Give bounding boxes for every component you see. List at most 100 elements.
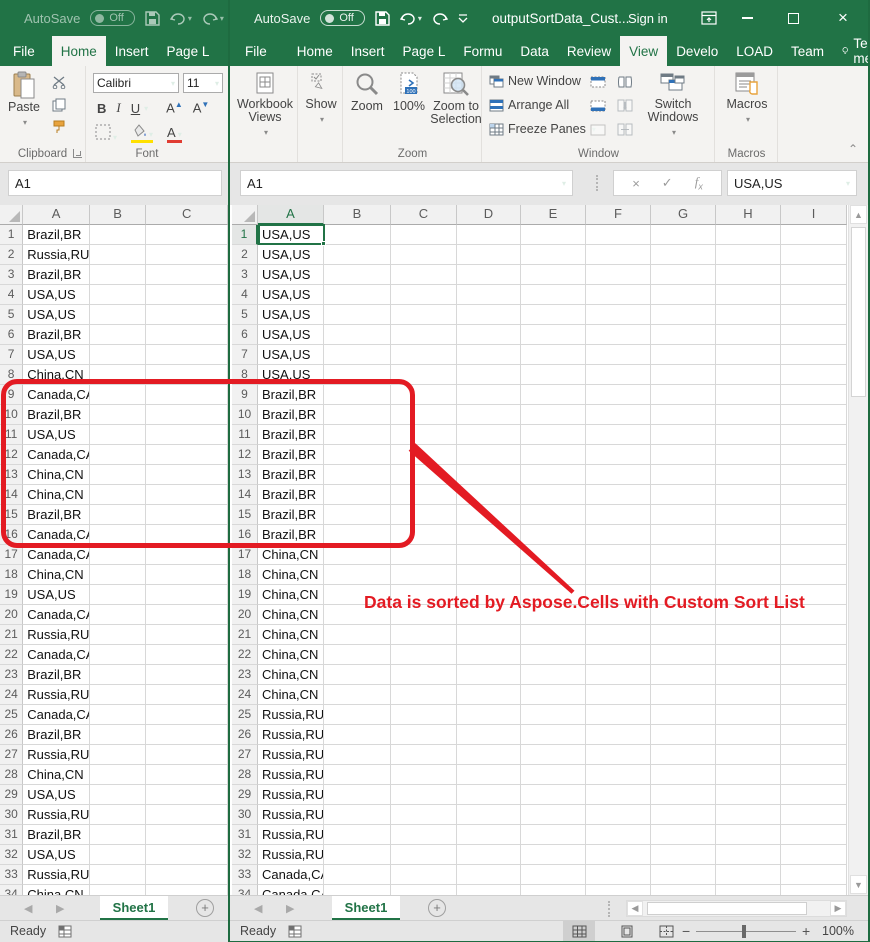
row-header-34[interactable]: 34 [0,885,23,895]
cell-A34[interactable]: Canada,CA [258,885,324,895]
cell-G8[interactable] [651,365,716,385]
cell-D1[interactable] [457,225,521,245]
tabbar-resizer[interactable] [608,901,610,917]
cell-C28[interactable] [391,765,457,785]
cell-I1[interactable] [781,225,847,245]
cell-A11[interactable]: USA,US [23,425,89,445]
cell-B29[interactable] [324,785,391,805]
cell-I6[interactable] [781,325,847,345]
row-header-9[interactable]: 9 [0,385,23,405]
cell-H7[interactable] [716,345,781,365]
insert-function-icon[interactable]: fx [695,174,703,192]
page-break-view-button[interactable] [650,921,682,942]
cell-C31[interactable] [146,825,228,845]
row-header-29[interactable]: 29 [232,785,258,805]
cell-I16[interactable] [781,525,847,545]
cell-B4[interactable] [90,285,147,305]
decrease-font-button[interactable]: A▼ [193,100,210,115]
cell-B33[interactable] [324,865,391,885]
hscrollbar-thumb[interactable] [647,902,807,915]
cell-B10[interactable] [90,405,147,425]
cell-F33[interactable] [586,865,651,885]
cell-B14[interactable] [324,485,391,505]
cell-C21[interactable] [391,625,457,645]
cell-D29[interactable] [457,785,521,805]
cell-D19[interactable] [457,585,521,605]
ribbon-display-options-button[interactable] [692,0,726,36]
cell-E19[interactable] [521,585,586,605]
cell-B13[interactable] [324,465,391,485]
cell-B22[interactable] [324,645,391,665]
cell-B8[interactable] [90,365,147,385]
cell-B32[interactable] [324,845,391,865]
cell-E20[interactable] [521,605,586,625]
row-header-10[interactable]: 10 [0,405,23,425]
cell-E29[interactable] [521,785,586,805]
formula-bar-input[interactable]: USA,US▾ [727,170,857,196]
cell-I29[interactable] [781,785,847,805]
cell-C12[interactable] [391,445,457,465]
cell-B5[interactable] [90,305,147,325]
cell-B1[interactable] [90,225,147,245]
row-header-4[interactable]: 4 [0,285,23,305]
row-header-30[interactable]: 30 [0,805,23,825]
cell-G12[interactable] [651,445,716,465]
cell-H28[interactable] [716,765,781,785]
cell-I28[interactable] [781,765,847,785]
tab-insert[interactable]: Insert [106,36,158,66]
cell-A19[interactable]: USA,US [23,585,89,605]
cell-H5[interactable] [716,305,781,325]
cell-A13[interactable]: Brazil,BR [258,465,324,485]
cell-B9[interactable] [90,385,147,405]
cell-A4[interactable]: USA,US [23,285,89,305]
cell-C31[interactable] [391,825,457,845]
cell-H13[interactable] [716,465,781,485]
column-header-D[interactable]: D [457,205,521,225]
cell-F22[interactable] [586,645,651,665]
tab-file[interactable]: File [236,36,276,66]
row-header-14[interactable]: 14 [232,485,258,505]
cell-F8[interactable] [586,365,651,385]
cell-C21[interactable] [146,625,228,645]
cell-A29[interactable]: USA,US [23,785,89,805]
paste-button[interactable]: Paste ▾ [8,71,40,129]
cell-H8[interactable] [716,365,781,385]
cell-C3[interactable] [391,265,457,285]
cell-E32[interactable] [521,845,586,865]
cell-C32[interactable] [391,845,457,865]
cell-A9[interactable]: Brazil,BR [258,385,324,405]
cell-C4[interactable] [146,285,228,305]
cell-G31[interactable] [651,825,716,845]
row-header-22[interactable]: 22 [232,645,258,665]
cell-G28[interactable] [651,765,716,785]
cell-B27[interactable] [90,745,147,765]
cell-C33[interactable] [146,865,228,885]
cell-B3[interactable] [90,265,147,285]
cell-D23[interactable] [457,665,521,685]
row-header-20[interactable]: 20 [0,605,23,625]
cell-B25[interactable] [90,705,147,725]
cell-G29[interactable] [651,785,716,805]
cell-B10[interactable] [324,405,391,425]
cell-A2[interactable]: Russia,RU [23,245,89,265]
column-header-B[interactable]: B [90,205,147,225]
cell-C27[interactable] [146,745,228,765]
cell-C18[interactable] [146,565,228,585]
row-header-5[interactable]: 5 [232,305,258,325]
cell-I3[interactable] [781,265,847,285]
zoom-slider[interactable] [696,931,796,932]
cell-A6[interactable]: Brazil,BR [23,325,89,345]
tab-formulas[interactable]: Formu [218,36,228,66]
row-header-3[interactable]: 3 [232,265,258,285]
new-sheet-button[interactable]: + [196,899,214,917]
cell-B18[interactable] [90,565,147,585]
save-button[interactable] [145,11,160,26]
row-header-28[interactable]: 28 [0,765,23,785]
cell-B31[interactable] [324,825,391,845]
cell-B24[interactable] [90,685,147,705]
cell-I22[interactable] [781,645,847,665]
row-header-27[interactable]: 27 [232,745,258,765]
cell-A12[interactable]: Brazil,BR [258,445,324,465]
column-header-B[interactable]: B [324,205,391,225]
cell-F6[interactable] [586,325,651,345]
